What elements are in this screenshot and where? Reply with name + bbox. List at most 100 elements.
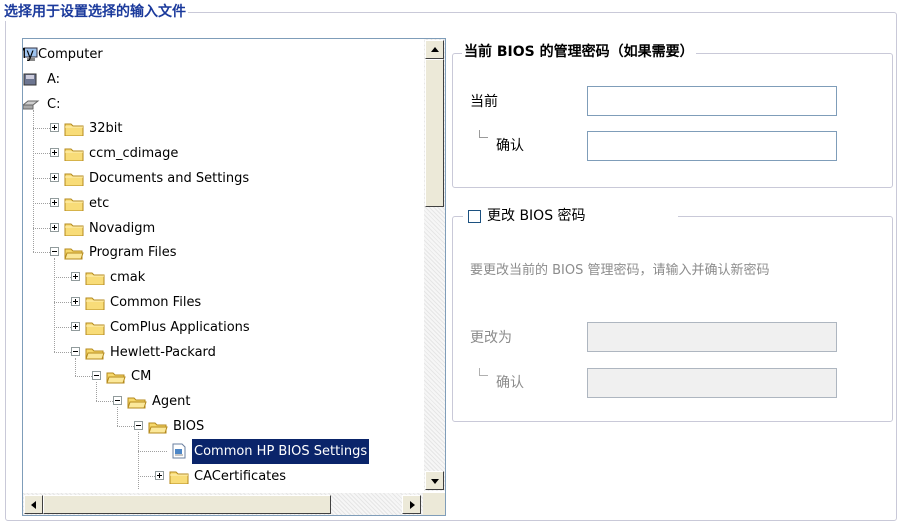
folder-icon xyxy=(169,469,189,485)
tree-item[interactable]: etc xyxy=(23,191,421,216)
collapse-minus-icon[interactable] xyxy=(50,247,59,257)
tree-item[interactable]: CACertificates xyxy=(23,464,421,489)
expand-plus-icon[interactable] xyxy=(50,173,59,182)
tree-rows: My Computer A: C: 32bit ccm_cdimage Documents… xyxy=(23,39,421,489)
change-password-checkbox[interactable] xyxy=(468,210,481,223)
tree-item[interactable]: My Computer xyxy=(23,42,421,67)
input-file-group-title: 选择用于设置选择的输入文件 xyxy=(2,3,188,21)
tree-item-label: A: xyxy=(47,71,61,87)
file-tree-view[interactable]: My Computer A: C: 32bit ccm_cdimage Documents… xyxy=(22,38,446,516)
folder-icon xyxy=(64,196,84,212)
current-password-input[interactable] xyxy=(587,86,837,116)
tree-item[interactable]: Novadigm xyxy=(23,216,421,241)
tree-item[interactable]: Hewlett-Packard xyxy=(23,340,421,365)
tree-branch-line xyxy=(33,128,50,130)
expand-plus-icon[interactable] xyxy=(50,197,59,207)
tree-branch-line xyxy=(33,252,50,254)
tree-item[interactable]: C: xyxy=(23,92,421,117)
change-password-checkbox-label[interactable]: 更改 BIOS 密码 xyxy=(487,206,586,226)
new-confirm-label: 确认 xyxy=(496,375,524,391)
scroll-left-button[interactable] xyxy=(24,495,43,514)
expand-plus-icon[interactable] xyxy=(50,148,59,158)
collapse-minus-icon[interactable] xyxy=(92,371,101,381)
tree-item[interactable]: Program Files xyxy=(23,240,421,265)
confirm-connector-icon-2 xyxy=(479,368,488,376)
floppy-drive-icon xyxy=(23,72,41,87)
tree-item[interactable]: BIOS xyxy=(23,414,421,439)
folder-icon xyxy=(64,171,84,187)
tree-branch-line xyxy=(33,153,50,155)
tree-item-label: Novadigm xyxy=(89,220,156,236)
tree-branch-line xyxy=(96,401,113,403)
current-password-group-title: 当前 BIOS 的管理密码（如果需要） xyxy=(462,43,696,61)
collapse-minus-icon[interactable] xyxy=(134,421,143,430)
tree-item[interactable]: ccm_cdimage xyxy=(23,141,421,166)
folder-open-icon xyxy=(106,369,126,384)
hard-drive-icon xyxy=(23,97,41,112)
scroll-right-arrow-icon xyxy=(410,501,415,509)
tree-item-label: CACertificates xyxy=(194,468,287,484)
tree-item-label: Common Files xyxy=(110,295,202,310)
tree-item[interactable]: A: xyxy=(23,67,421,92)
expand-plus-icon[interactable] xyxy=(155,470,164,480)
tree-item-label: cmak xyxy=(110,270,146,286)
scroll-up-arrow-icon xyxy=(431,47,439,52)
current-confirm-input[interactable] xyxy=(587,131,837,161)
confirm-connector-icon xyxy=(479,130,488,138)
tree-branch-line xyxy=(54,277,71,279)
new-password-label: 更改为 xyxy=(470,330,512,346)
folder-icon xyxy=(64,146,84,162)
tree-item-label: My Computer xyxy=(23,47,103,62)
tree-branch-line xyxy=(54,351,71,353)
change-password-description: 要更改当前的 BIOS 管理密码，请输入并确认新密码 xyxy=(470,263,770,278)
tree-branch-line xyxy=(33,227,50,229)
tree-item-label: C: xyxy=(47,96,61,112)
folder-icon xyxy=(64,221,84,237)
tree-item[interactable]: Agent xyxy=(23,389,421,414)
folder-open-icon xyxy=(64,245,84,260)
new-password-input[interactable] xyxy=(587,322,837,352)
folder-open-icon xyxy=(148,419,168,434)
tree-item-label: Hewlett-Packard xyxy=(110,344,216,360)
folder-icon xyxy=(64,121,84,137)
expand-plus-icon[interactable] xyxy=(71,321,80,331)
new-confirm-input[interactable] xyxy=(587,368,837,398)
tree-branch-line xyxy=(54,302,71,303)
tree-item[interactable]: 32bit xyxy=(23,116,421,141)
collapse-minus-icon[interactable] xyxy=(71,346,80,356)
tree-item[interactable]: Common HP BIOS Settings xyxy=(23,438,421,464)
tree-item[interactable]: Common Files xyxy=(23,290,421,315)
folder-icon xyxy=(85,320,105,336)
settings-file-icon xyxy=(169,443,189,459)
scrollbar-corner xyxy=(423,493,445,515)
horizontal-scrollbar[interactable] xyxy=(23,493,423,515)
scroll-down-button[interactable] xyxy=(425,471,444,490)
horizontal-scroll-thumb[interactable] xyxy=(43,495,331,514)
expand-plus-icon[interactable] xyxy=(71,272,80,282)
folder-open-icon xyxy=(85,345,105,360)
vertical-scrollbar[interactable] xyxy=(424,39,445,491)
scroll-up-button[interactable] xyxy=(425,40,444,59)
tree-item-label: Agent xyxy=(152,394,191,410)
scroll-right-button[interactable] xyxy=(402,495,421,514)
tree-item-label: Documents and Settings xyxy=(89,171,250,186)
tree-item-label: ComPlus Applications xyxy=(110,319,250,335)
expand-plus-icon[interactable] xyxy=(71,297,80,306)
scroll-left-arrow-icon xyxy=(31,501,36,509)
tree-branch-line xyxy=(54,326,71,328)
folder-icon xyxy=(85,270,105,286)
expand-plus-icon[interactable] xyxy=(50,222,59,232)
tree-item[interactable]: CM xyxy=(23,364,421,389)
current-password-label: 当前 xyxy=(470,94,498,110)
collapse-minus-icon[interactable] xyxy=(113,396,122,406)
current-password-groupbox xyxy=(452,53,893,188)
expand-plus-icon[interactable] xyxy=(50,123,59,133)
tree-item-label: ccm_cdimage xyxy=(89,146,179,162)
vertical-scroll-thumb[interactable] xyxy=(425,59,444,207)
tree-item[interactable]: ComPlus Applications xyxy=(23,315,421,340)
tree-branch-line xyxy=(75,376,92,378)
scroll-down-arrow-icon xyxy=(431,479,439,484)
tree-item[interactable]: Documents and Settings xyxy=(23,166,421,191)
tree-item-label: 32bit xyxy=(89,121,123,137)
tree-item[interactable]: cmak xyxy=(23,265,421,290)
